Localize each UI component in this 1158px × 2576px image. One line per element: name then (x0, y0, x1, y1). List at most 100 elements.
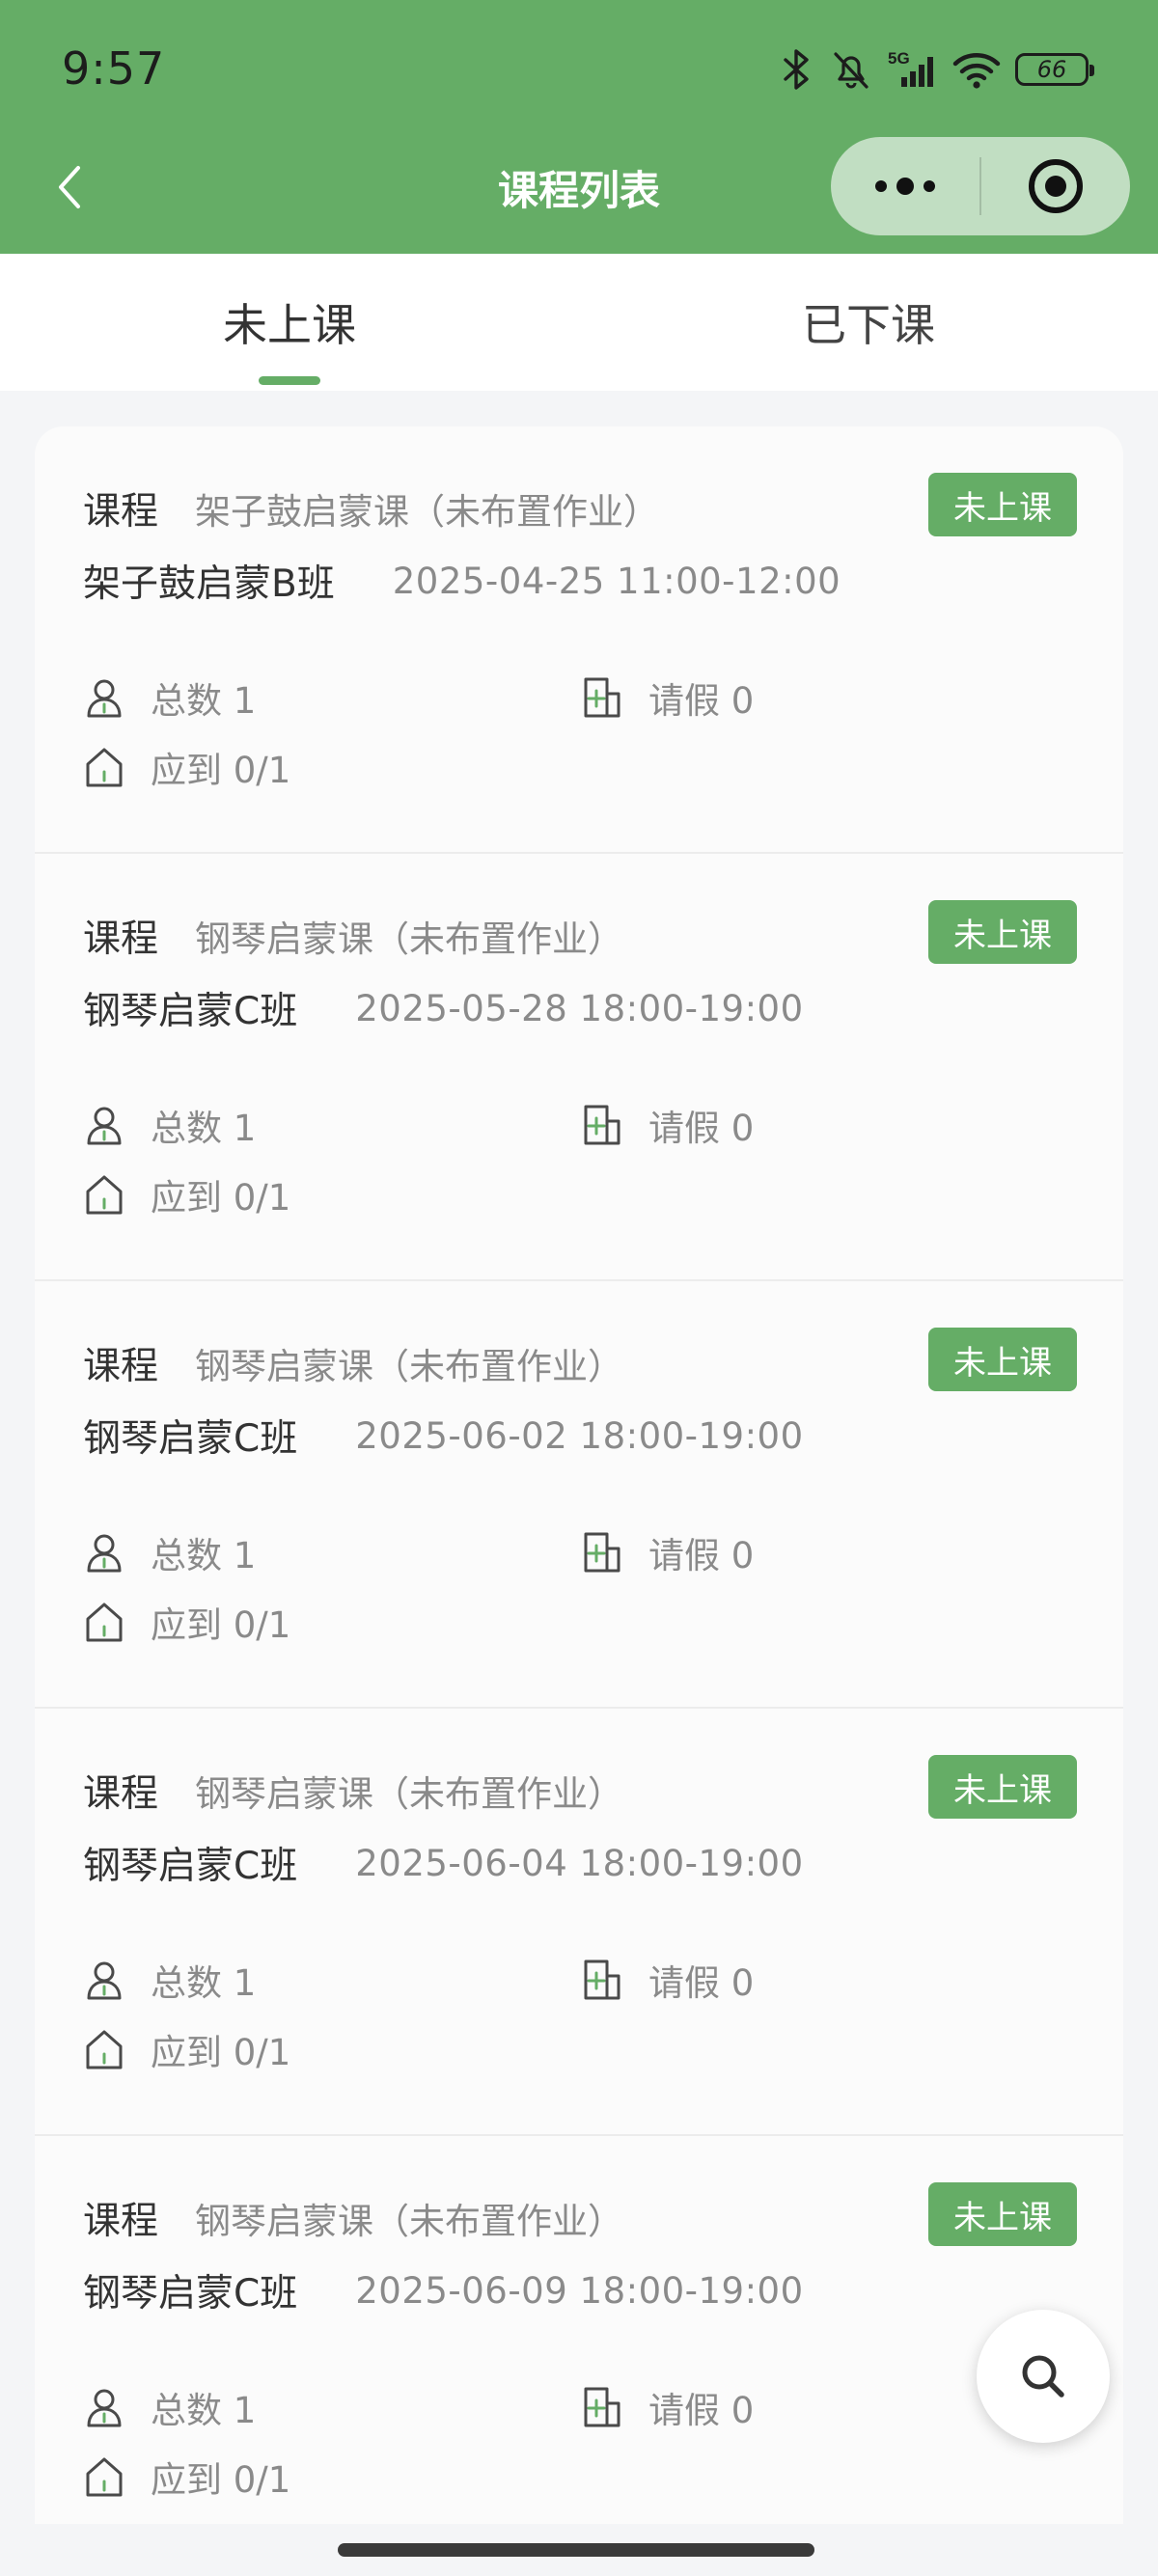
stat-leave-text: 请假 0 (648, 1108, 755, 1149)
stat-leave: 请假 0 (581, 2383, 754, 2431)
stat-attend: 应到 0/1 (83, 1170, 290, 1219)
stat-attend: 应到 0/1 (83, 2025, 290, 2073)
person-icon (83, 1959, 125, 2001)
status-icons: 5G 66 (778, 41, 1094, 98)
stat-attend-text: 应到 0/1 (151, 1177, 291, 1219)
course-name: 钢琴启蒙课（未布置作业） (195, 918, 624, 960)
course-row: 课程 钢琴启蒙课（未布置作业） (83, 1339, 624, 1388)
course-label: 课程 (83, 918, 159, 961)
course-card[interactable]: 课程 架子鼓启蒙课（未布置作业） 未上课 架子鼓启蒙B班 2025-04-25 … (35, 426, 1123, 854)
course-name: 钢琴启蒙课（未布置作业） (195, 2201, 624, 2242)
course-row: 课程 钢琴启蒙课（未布置作业） (83, 912, 624, 961)
status-bar: 9:57 5G 66 (0, 0, 1158, 135)
person-icon (83, 1531, 125, 1574)
stat-leave: 请假 0 (581, 673, 754, 722)
class-name: 钢琴启蒙C班 (83, 1845, 298, 1888)
class-name: 钢琴启蒙C班 (83, 1417, 298, 1461)
course-list: 课程 架子鼓启蒙课（未布置作业） 未上课 架子鼓启蒙B班 2025-04-25 … (35, 426, 1123, 2524)
stat-leave-text: 请假 0 (648, 1962, 755, 2004)
course-card[interactable]: 课程 钢琴启蒙课（未布置作业） 未上课 钢琴启蒙C班 2025-05-28 18… (35, 854, 1123, 1281)
home-icon (83, 1173, 125, 1216)
tab-not-started[interactable]: 未上课 (0, 254, 579, 391)
bell-muted-icon (830, 48, 872, 91)
course-label: 课程 (83, 2200, 159, 2243)
stat-total: 总数 1 (83, 673, 256, 722)
course-label: 课程 (83, 1345, 159, 1388)
network-label: 5G (888, 49, 910, 68)
app-header: 9:57 5G 66 课程列表 (0, 0, 1158, 254)
leave-document-icon (581, 676, 623, 719)
stat-leave: 请假 0 (581, 1101, 754, 1149)
status-tabs: 未上课 已下课 (0, 254, 1158, 391)
status-badge: 未上课 (928, 473, 1077, 536)
course-name: 钢琴启蒙课（未布置作业） (195, 1773, 624, 1815)
nav-bar: 课程列表 (0, 135, 1158, 254)
course-label: 课程 (83, 1772, 159, 1816)
class-time: 2025-04-25 11:00-12:00 (392, 560, 841, 602)
stat-leave: 请假 0 (581, 1956, 754, 2004)
person-icon (83, 2386, 125, 2428)
stat-leave-text: 请假 0 (648, 1535, 755, 1576)
class-row: 钢琴启蒙C班 2025-06-04 18:00-19:00 (83, 1838, 804, 1889)
home-icon (83, 1601, 125, 1643)
home-icon (83, 2028, 125, 2070)
stat-total-text: 总数 1 (151, 680, 257, 722)
signal-icon: 5G (886, 48, 938, 91)
status-badge: 未上课 (928, 1328, 1077, 1391)
home-icon (83, 2455, 125, 2498)
course-row: 课程 钢琴启蒙课（未布置作业） (83, 1767, 624, 1816)
stat-total: 总数 1 (83, 1101, 256, 1149)
stat-total-text: 总数 1 (151, 1962, 257, 2004)
stat-leave-text: 请假 0 (648, 680, 755, 722)
more-dots-icon (875, 178, 935, 195)
person-icon (83, 676, 125, 719)
class-row: 钢琴启蒙C班 2025-05-28 18:00-19:00 (83, 983, 804, 1034)
class-time: 2025-06-04 18:00-19:00 (355, 1842, 804, 1884)
stat-attend: 应到 0/1 (83, 2453, 290, 2501)
more-menu-button[interactable] (831, 137, 979, 235)
bluetooth-icon (778, 48, 816, 91)
stat-attend-text: 应到 0/1 (151, 750, 291, 791)
leave-document-icon (581, 1104, 623, 1146)
status-time: 9:57 (62, 42, 166, 95)
status-badge: 未上课 (928, 2182, 1077, 2246)
class-name: 钢琴启蒙C班 (83, 990, 298, 1033)
course-card[interactable]: 课程 钢琴启蒙课（未布置作业） 未上课 钢琴启蒙C班 2025-06-02 18… (35, 1281, 1123, 1709)
battery-icon: 66 (1015, 53, 1094, 86)
home-icon (83, 746, 125, 788)
course-name: 钢琴启蒙课（未布置作业） (195, 1346, 624, 1387)
home-indicator (338, 2543, 814, 2557)
stat-attend: 应到 0/1 (83, 1598, 290, 1646)
stat-leave: 请假 0 (581, 1528, 754, 1576)
class-row: 钢琴启蒙C班 2025-06-02 18:00-19:00 (83, 1411, 804, 1462)
wifi-icon (951, 48, 1002, 91)
course-card[interactable]: 课程 钢琴启蒙课（未布置作业） 未上课 钢琴启蒙C班 2025-06-09 18… (35, 2136, 1123, 2524)
course-name: 架子鼓启蒙课（未布置作业） (195, 491, 660, 533)
class-time: 2025-05-28 18:00-19:00 (355, 987, 804, 1029)
leave-document-icon (581, 1531, 623, 1574)
stat-leave-text: 请假 0 (648, 2390, 755, 2431)
stat-attend-text: 应到 0/1 (151, 1604, 291, 1646)
course-card[interactable]: 课程 钢琴启蒙课（未布置作业） 未上课 钢琴启蒙C班 2025-06-04 18… (35, 1709, 1123, 2136)
leave-document-icon (581, 2386, 623, 2428)
course-row: 课程 架子鼓启蒙课（未布置作业） (83, 484, 660, 534)
target-circle-icon (1029, 159, 1083, 213)
leave-document-icon (581, 1959, 623, 2001)
course-row: 课程 钢琴启蒙课（未布置作业） (83, 2194, 624, 2243)
stat-total-text: 总数 1 (151, 1108, 257, 1149)
course-label: 课程 (83, 490, 159, 534)
tab-label: 已下课 (802, 299, 935, 351)
class-row: 钢琴启蒙C班 2025-06-09 18:00-19:00 (83, 2265, 804, 2316)
search-button[interactable] (977, 2310, 1110, 2443)
class-time: 2025-06-09 18:00-19:00 (355, 2269, 804, 2312)
tab-label: 未上课 (223, 299, 356, 351)
stat-total-text: 总数 1 (151, 1535, 257, 1576)
tab-finished[interactable]: 已下课 (579, 254, 1158, 391)
stat-attend-text: 应到 0/1 (151, 2032, 291, 2073)
chevron-left-icon (59, 166, 80, 208)
status-badge: 未上课 (928, 900, 1077, 964)
back-button[interactable] (42, 160, 96, 214)
stat-total-text: 总数 1 (151, 2390, 257, 2431)
close-mini-program-button[interactable] (981, 137, 1130, 235)
stat-total: 总数 1 (83, 1528, 256, 1576)
